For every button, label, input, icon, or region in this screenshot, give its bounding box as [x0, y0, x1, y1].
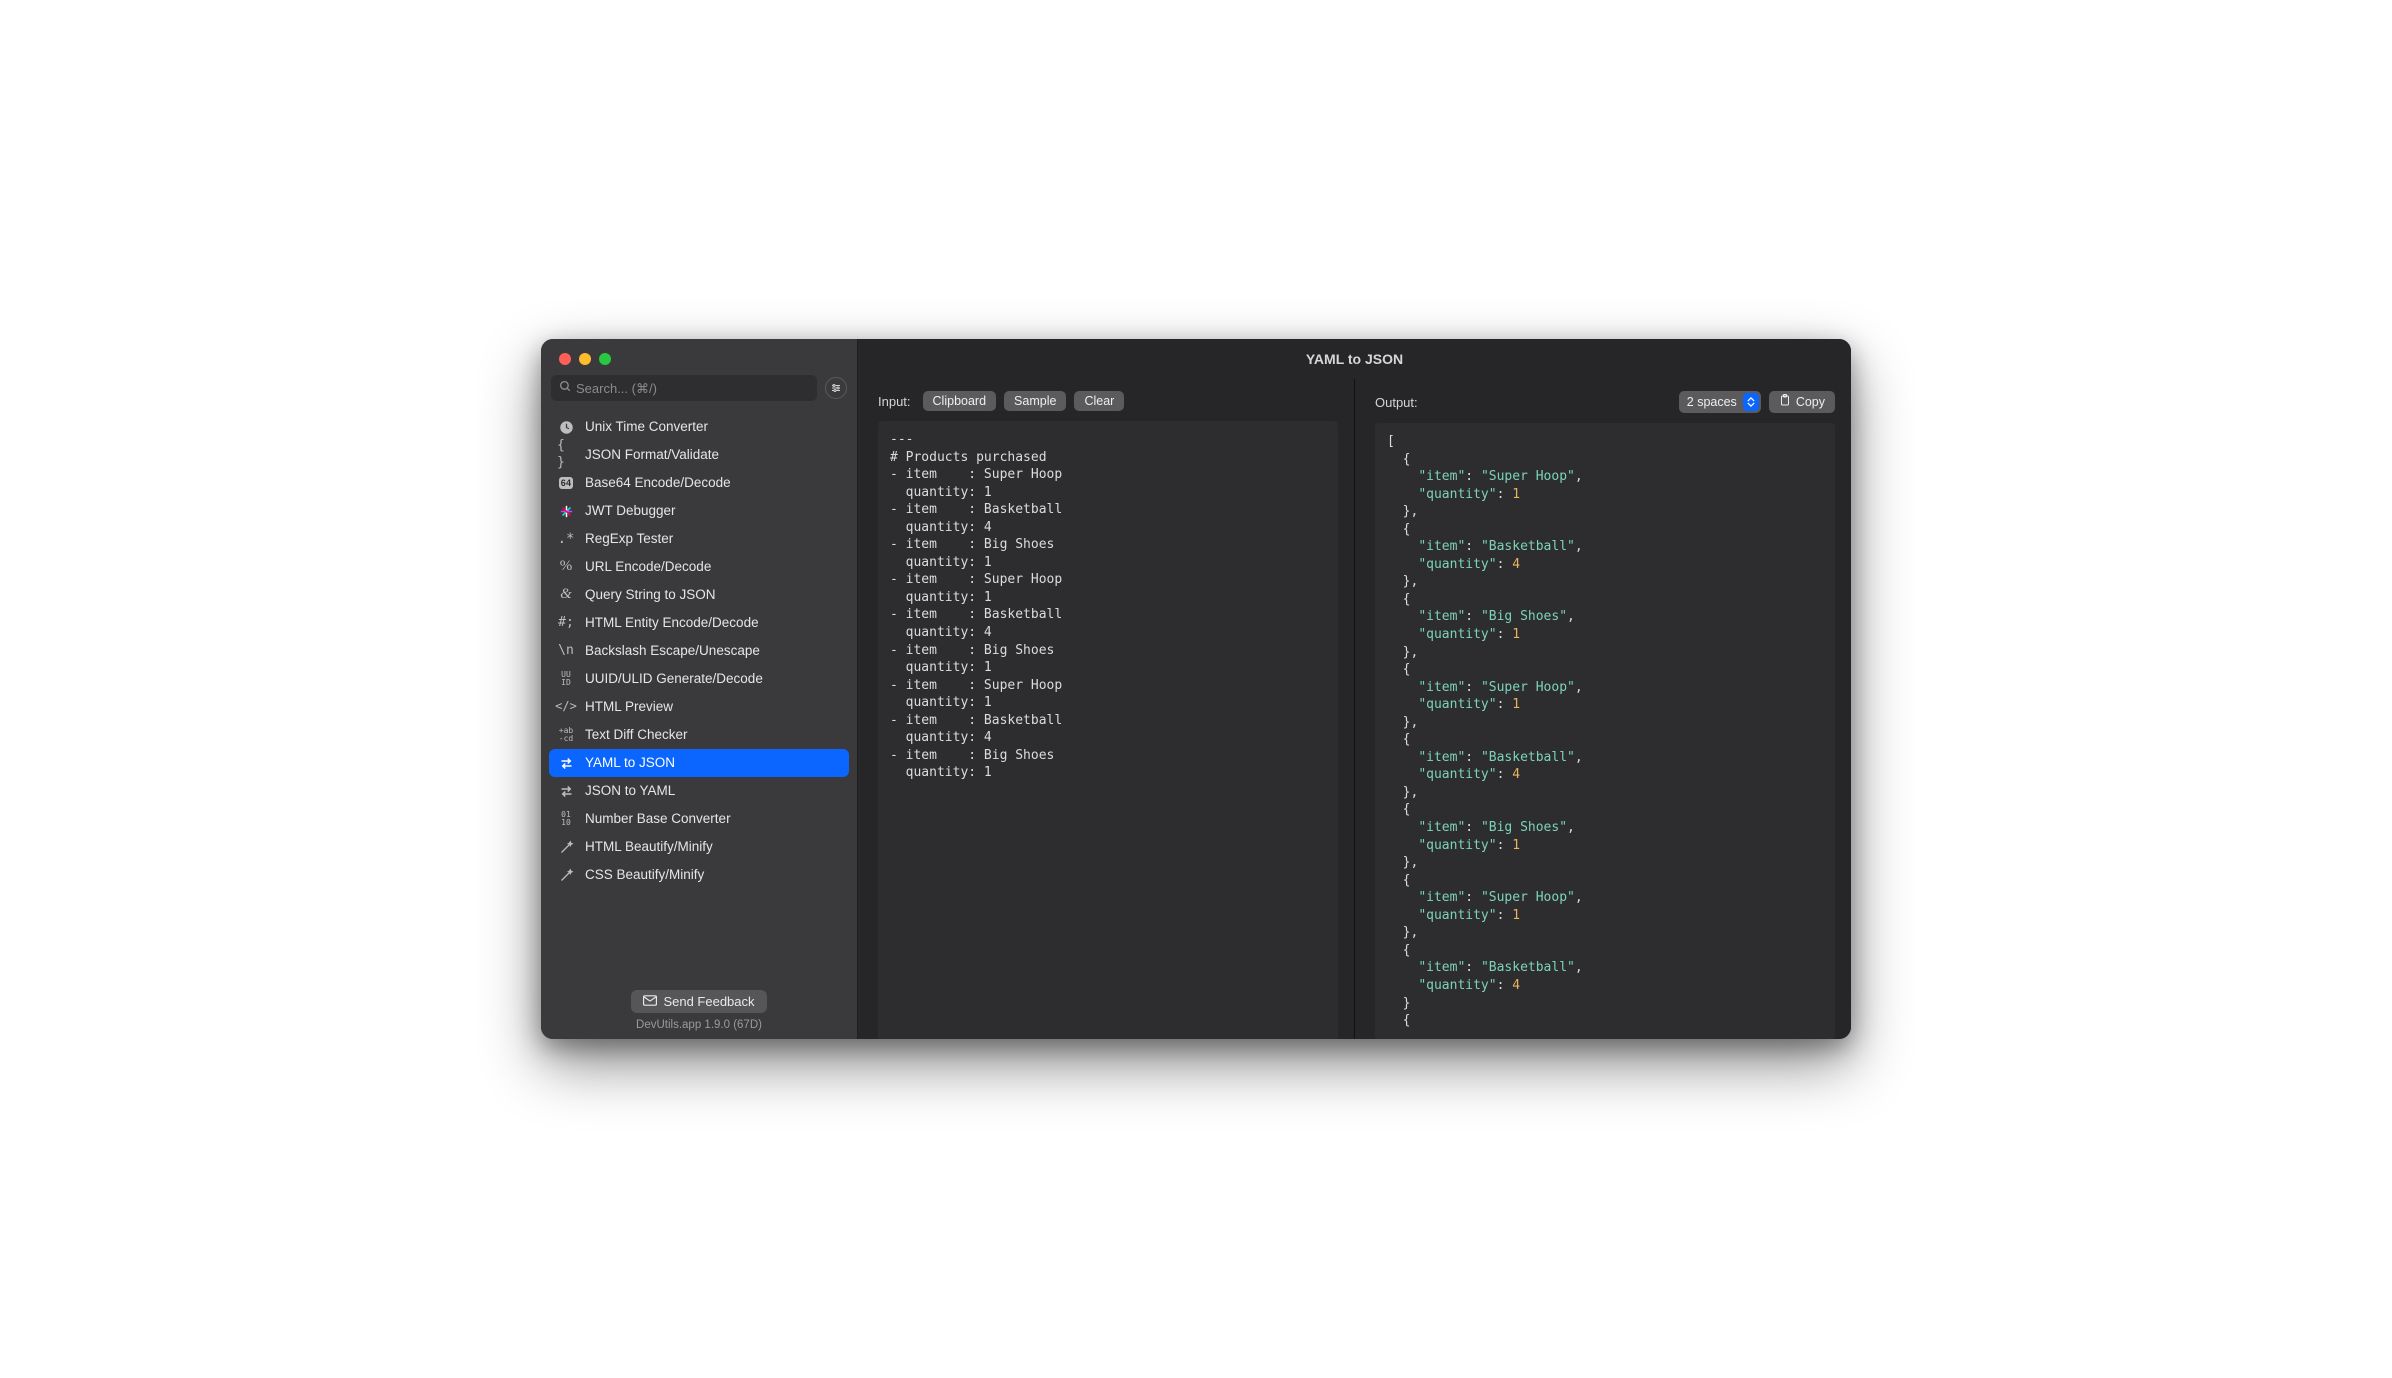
send-feedback-button[interactable]: Send Feedback	[631, 990, 766, 1013]
close-window-button[interactable]	[559, 353, 571, 365]
main-area: YAML to JSON Input: Clipboard Sample Cle…	[858, 339, 1851, 1039]
braces-icon: { }	[557, 446, 575, 464]
sidebar-item-query-string-to-json[interactable]: &Query String to JSON	[549, 581, 849, 609]
sidebar-item-label: Unix Time Converter	[585, 418, 708, 436]
minimize-window-button[interactable]	[579, 353, 591, 365]
clipboard-button[interactable]: Clipboard	[923, 391, 997, 411]
sample-button[interactable]: Sample	[1004, 391, 1066, 411]
input-label: Input:	[878, 394, 911, 409]
sidebar-item-html-preview[interactable]: </> HTML Preview	[549, 693, 849, 721]
tag-icon: </>	[557, 698, 575, 716]
search-input[interactable]	[576, 381, 809, 396]
output-label: Output:	[1375, 395, 1418, 410]
sidebar-item-label: Number Base Converter	[585, 810, 731, 828]
copy-label: Copy	[1796, 395, 1825, 409]
percent-icon: %	[557, 558, 575, 576]
output-textarea[interactable]: [ { "item": "Super Hoop", "quantity": 1 …	[1375, 423, 1835, 1039]
sidebar-item-regexp-tester[interactable]: .* RegExp Tester	[549, 525, 849, 553]
swap-icon	[557, 782, 575, 800]
input-textarea[interactable]: --- # Products purchased - item : Super …	[878, 421, 1338, 1039]
mail-icon	[643, 994, 657, 1009]
indent-select[interactable]: 2 spaces	[1679, 391, 1761, 413]
jwt-icon	[557, 502, 575, 520]
search-icon	[559, 380, 572, 396]
input-pane: Input: Clipboard Sample Clear --- # Prod…	[858, 379, 1354, 1039]
sidebar-item-label: HTML Entity Encode/Decode	[585, 614, 759, 632]
sidebar-item-label: HTML Preview	[585, 698, 673, 716]
clock-icon	[557, 418, 575, 436]
sidebar-item-label: CSS Beautify/Minify	[585, 866, 704, 884]
clipboard-icon	[1779, 394, 1791, 410]
sidebar-item-label: JSON Format/Validate	[585, 446, 719, 464]
sidebar-item-html-beautify-minify[interactable]: HTML Beautify/Minify	[549, 833, 849, 861]
indent-select-value: 2 spaces	[1687, 395, 1737, 409]
binary-icon: 0110	[557, 810, 575, 828]
sidebar: Unix Time Converter { } JSON Format/Valida…	[541, 339, 858, 1039]
sidebar-item-number-base-converter[interactable]: 0110 Number Base Converter	[549, 805, 849, 833]
b64-icon: 64	[557, 474, 575, 492]
search-field-wrap[interactable]	[551, 375, 817, 401]
wand-icon	[557, 866, 575, 884]
backslash-icon: \n	[557, 642, 575, 660]
chevron-updown-icon	[1743, 393, 1759, 411]
sidebar-item-label: JSON to YAML	[585, 782, 675, 800]
sidebar-item-label: Backslash Escape/Unescape	[585, 642, 760, 660]
clear-button[interactable]: Clear	[1074, 391, 1124, 411]
sidebar-item-label: Base64 Encode/Decode	[585, 474, 731, 492]
swap-icon	[557, 754, 575, 772]
sidebar-item-label: URL Encode/Decode	[585, 558, 711, 576]
version-label: DevUtils.app 1.9.0 (67D)	[541, 1019, 857, 1031]
sidebar-item-html-entity-encode-decode[interactable]: #; HTML Entity Encode/Decode	[549, 609, 849, 637]
sidebar-item-uuid-ulid-generate-decode[interactable]: UUID UUID/ULID Generate/Decode	[549, 665, 849, 693]
zoom-window-button[interactable]	[599, 353, 611, 365]
sidebar-item-json-format-validate[interactable]: { } JSON Format/Validate	[549, 441, 849, 469]
wand-icon	[557, 838, 575, 856]
settings-button[interactable]	[825, 377, 847, 399]
sidebar-item-label: Text Diff Checker	[585, 726, 688, 744]
traffic-lights	[559, 353, 611, 365]
titlebar	[541, 339, 857, 371]
sidebar-footer: Send Feedback DevUtils.app 1.9.0 (67D)	[541, 984, 857, 1039]
app-window: Unix Time Converter { } JSON Format/Valida…	[541, 339, 1851, 1039]
sidebar-item-label: UUID/ULID Generate/Decode	[585, 670, 763, 688]
sidebar-item-yaml-to-json[interactable]: YAML to JSON	[549, 749, 849, 777]
sidebar-item-json-to-yaml[interactable]: JSON to YAML	[549, 777, 849, 805]
hash-icon: #;	[557, 614, 575, 632]
sidebar-item-label: HTML Beautify/Minify	[585, 838, 713, 856]
sidebar-item-jwt-debugger[interactable]: JWT Debugger	[549, 497, 849, 525]
tool-list[interactable]: Unix Time Converter { } JSON Format/Valida…	[541, 409, 857, 984]
abcd-icon: +ab-cd	[557, 726, 575, 744]
uuid-icon: UUID	[557, 670, 575, 688]
sidebar-item-label: YAML to JSON	[585, 754, 675, 772]
sidebar-item-css-beautify-minify[interactable]: CSS Beautify/Minify	[549, 861, 849, 889]
sidebar-item-text-diff-checker[interactable]: +ab-cd Text Diff Checker	[549, 721, 849, 749]
sidebar-item-unix-time-converter[interactable]: Unix Time Converter	[549, 413, 849, 441]
sidebar-item-label: JWT Debugger	[585, 502, 676, 520]
amp-icon: &	[557, 586, 575, 604]
send-feedback-label: Send Feedback	[663, 994, 754, 1009]
copy-button[interactable]: Copy	[1769, 391, 1835, 413]
sidebar-item-url-encode-decode[interactable]: % URL Encode/Decode	[549, 553, 849, 581]
output-pane: Output: 2 spaces Copy	[1354, 379, 1851, 1039]
sidebar-item-label: Query String to JSON	[585, 586, 716, 604]
sidebar-item-label: RegExp Tester	[585, 530, 673, 548]
sidebar-item-backslash-escape-unescape[interactable]: \n Backslash Escape/Unescape	[549, 637, 849, 665]
regex-icon: .*	[557, 530, 575, 548]
sidebar-item-base64-encode-decode[interactable]: 64 Base64 Encode/Decode	[549, 469, 849, 497]
